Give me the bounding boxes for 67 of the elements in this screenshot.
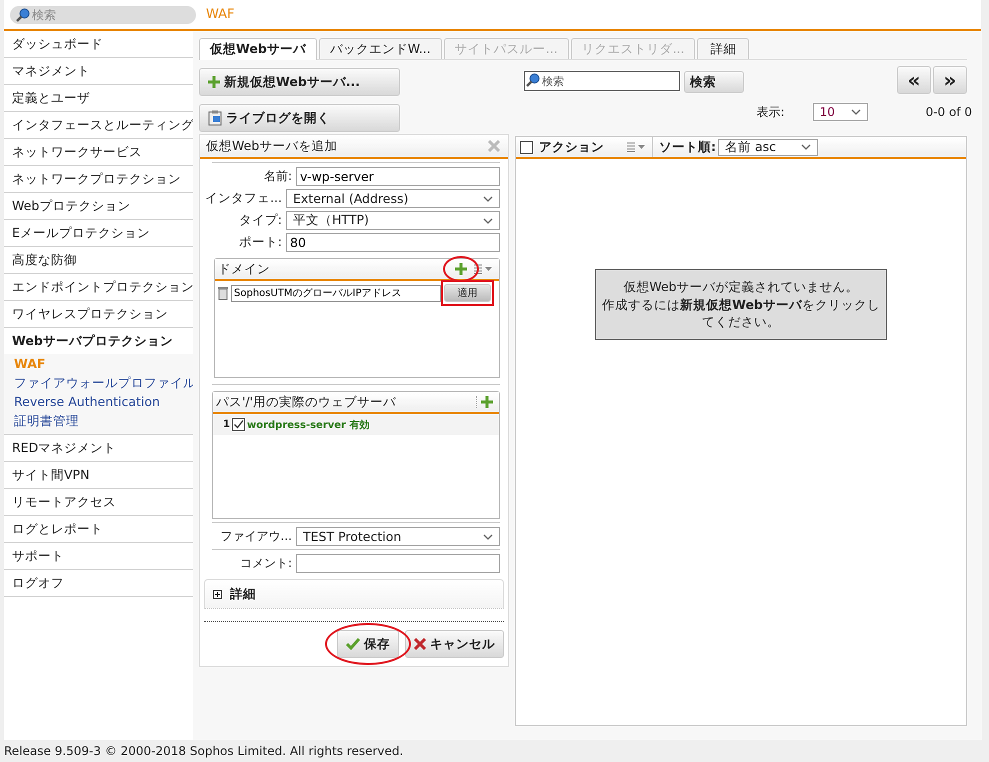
tab[interactable]: 詳細 xyxy=(697,38,750,59)
close-icon xyxy=(488,140,500,152)
apply-button[interactable]: 適用 xyxy=(444,284,491,302)
list-menu-icon[interactable] xyxy=(626,142,646,152)
chevron-icon xyxy=(483,534,493,540)
field-label: コメント: xyxy=(238,555,293,572)
chevron-icon xyxy=(483,218,493,224)
search-icon xyxy=(16,8,30,22)
advanced-section[interactable]: 詳細 xyxy=(204,579,504,609)
empty-message: 仮想Webサーバが定義されていません。 作成するには新規仮想Webサーバをクリックしてください。 xyxy=(595,269,887,340)
page-size-label: 表示: xyxy=(756,104,785,120)
sidebar-subitem[interactable]: 証明書管理 xyxy=(14,411,193,430)
row-number: 1 xyxy=(223,419,230,430)
clipboard-icon xyxy=(208,110,222,126)
chevron-icon xyxy=(801,144,811,150)
field-label: タイプ: xyxy=(238,212,283,229)
previous-page-button[interactable]: « xyxy=(897,66,931,94)
field-label: ファイアウ... xyxy=(220,528,293,545)
checkbox[interactable] xyxy=(232,418,245,431)
live-log-button[interactable]: ライブログを開く xyxy=(199,104,400,132)
list-title: パス'/'用の実際のウェブサーバ xyxy=(216,394,398,410)
plus-icon xyxy=(208,76,220,88)
search-field[interactable]: 検索 xyxy=(10,6,196,24)
search-field[interactable]: 検索 xyxy=(524,71,680,91)
page-size-dropdown[interactable]: 10 xyxy=(812,103,868,121)
cancel-button[interactable]: キャンセル xyxy=(405,630,504,658)
search-icon xyxy=(526,73,540,87)
dropdown[interactable]: TEST Protection xyxy=(296,527,500,546)
save-button[interactable]: 保存 xyxy=(337,630,399,658)
chevron-icon xyxy=(483,196,493,202)
next-page-button[interactable]: » xyxy=(933,66,967,94)
footer-text: Release 9.509-3 © 2000-2018 Sophos Limited. All rights reserved. xyxy=(3,743,404,760)
dropdown[interactable]: 平文（HTTP) xyxy=(286,211,500,230)
add-button[interactable] xyxy=(476,396,493,408)
chevron-icon xyxy=(850,109,861,115)
trash-icon xyxy=(218,286,228,300)
sidebar-subitem[interactable]: Reverse Authentication xyxy=(14,392,193,411)
field-label: ポート: xyxy=(238,234,283,251)
server-name: wordpress-server 有効 xyxy=(246,418,370,432)
section-title: 詳細 xyxy=(230,586,256,602)
check-icon xyxy=(346,638,360,650)
field-label: 名前: xyxy=(262,168,293,185)
close-button[interactable] xyxy=(488,140,500,152)
panel-title: 仮想Webサーバを追加 xyxy=(206,138,338,154)
plus-icon xyxy=(481,396,493,408)
list-menu-icon xyxy=(473,264,493,274)
search-button[interactable]: 検索 xyxy=(684,71,744,93)
action-label: アクション xyxy=(539,138,604,156)
sidebar-item[interactable]: Webサーバプロテクション xyxy=(4,328,193,354)
page-title: WAF xyxy=(206,7,235,22)
checkbox[interactable] xyxy=(520,140,533,154)
field-label: インタフェ... xyxy=(204,190,283,207)
result-range: 0-0 of 0 xyxy=(926,105,972,119)
dropdown[interactable]: External (Address) xyxy=(286,189,500,208)
add-button[interactable] xyxy=(455,263,467,275)
plus-icon xyxy=(455,263,467,275)
domain-field[interactable]: SophosUTMのグローバルIPアドレス xyxy=(231,284,441,302)
comment-field[interactable] xyxy=(296,554,500,573)
tab[interactable]: 仮想Webサーバ xyxy=(199,38,317,60)
tab[interactable]: バックエンドW... xyxy=(318,38,442,59)
new-button[interactable]: 新規仮想Webサーバ... xyxy=(199,68,400,96)
text-field[interactable]: 80 xyxy=(286,233,500,252)
sort-label: ソート順: xyxy=(659,138,716,156)
cross-icon xyxy=(414,638,426,650)
text-field[interactable]: v-wp-server xyxy=(296,167,500,186)
sort-dropdown[interactable]: 名前 asc xyxy=(718,138,818,156)
list-title: ドメイン xyxy=(218,260,271,278)
